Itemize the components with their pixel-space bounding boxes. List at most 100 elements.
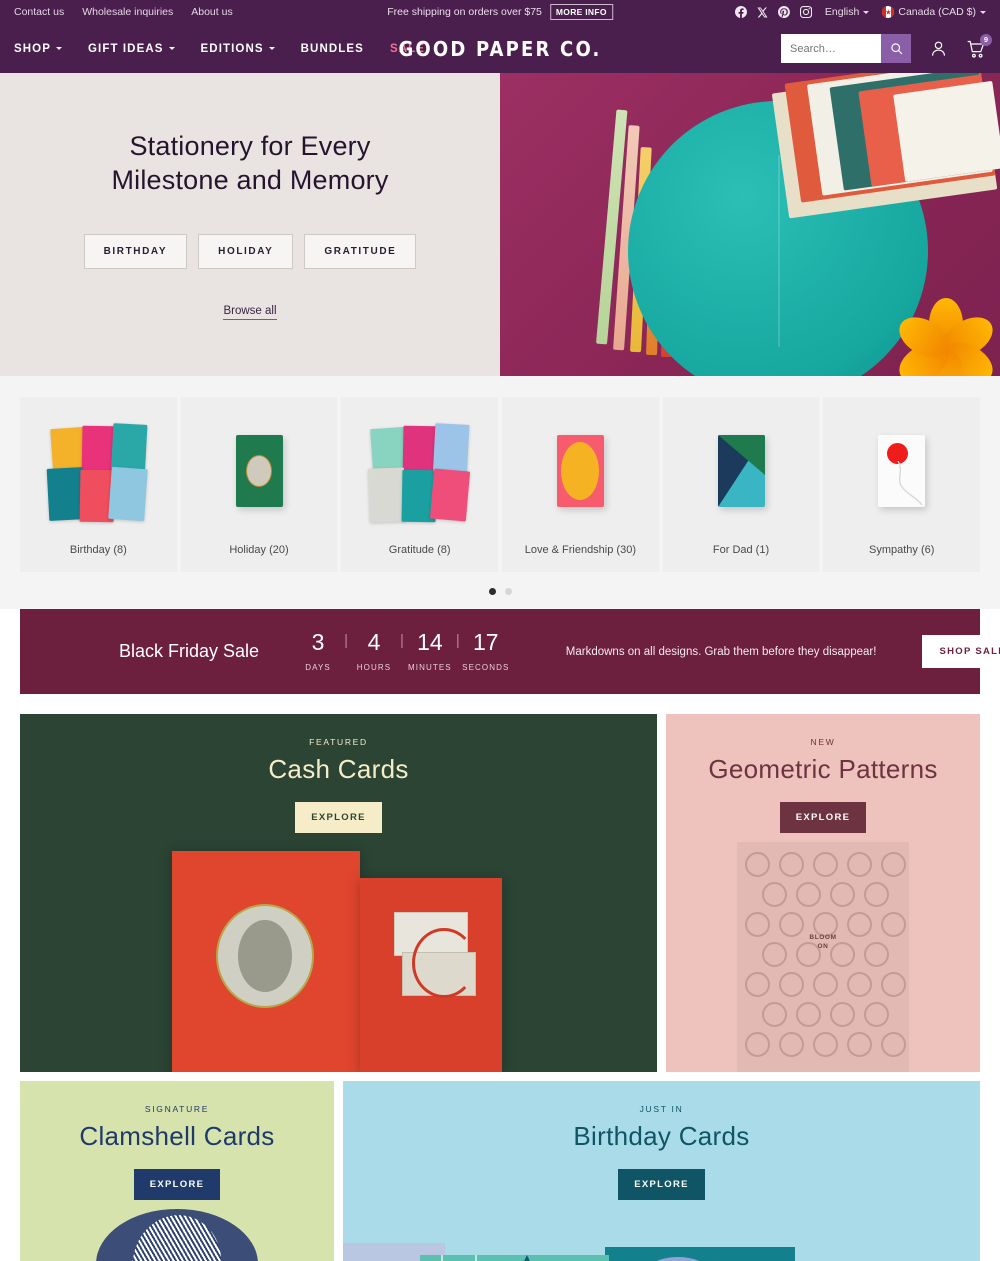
category-card-love-friendship[interactable]: Love & Friendship (30) (502, 397, 659, 572)
category-thumb-love-friendship (502, 397, 659, 544)
category-thumb-holiday (181, 397, 338, 544)
promo-tile-birthday-cards-button[interactable]: EXPLORE (618, 1169, 705, 1200)
instagram-icon[interactable] (799, 6, 812, 18)
carousel-pagination (20, 572, 980, 609)
chevron-down-icon (268, 47, 275, 50)
countdown-separator: | (455, 632, 460, 649)
language-label: English (824, 6, 860, 18)
category-card-birthday[interactable]: Birthday (8) (20, 397, 177, 572)
category-card-sympathy[interactable]: Sympathy (6) (823, 397, 981, 572)
category-card-holiday[interactable]: Holiday (20) (180, 397, 338, 572)
nav-item-editions[interactable]: EDITIONS (201, 43, 275, 55)
nav-item-bundles[interactable]: BUNDLES (301, 43, 364, 55)
category-label-birthday: Birthday (8) (69, 544, 127, 556)
account-button[interactable] (929, 39, 948, 58)
facebook-icon[interactable] (734, 6, 747, 18)
x-twitter-icon[interactable] (757, 7, 768, 18)
promo-tile-cash-cards-art (20, 834, 657, 1072)
pinterest-icon[interactable] (777, 6, 790, 18)
countdown-timer: 3 DAYS | 4 HOURS | 14 MINUTES | 17 SECON… (293, 629, 511, 673)
nav-item-shop-label: SHOP (14, 42, 51, 55)
countdown-minutes-label: MINUTES (408, 663, 452, 672)
promo-tile-cash-cards[interactable]: FEATURED Cash Cards EXPLORE (20, 714, 657, 1072)
category-thumb-birthday (20, 397, 177, 544)
utility-link-wholesale[interactable]: Wholesale inquiries (82, 6, 173, 18)
promo-tile-clamshell-cards-eyebrow: SIGNATURE (144, 1104, 210, 1114)
promo-tile-geometric-patterns-art: BLOOM ON (666, 842, 980, 1072)
promo-tile-cash-cards-button[interactable]: EXPLORE (295, 802, 382, 833)
promo-tile-clamshell-cards-button[interactable]: EXPLORE (133, 1169, 221, 1200)
promo-tile-cash-cards-eyebrow: FEATURED (309, 737, 368, 747)
utility-bar: Contact us Wholesale inquiries About us … (0, 0, 1000, 24)
shop-sale-button[interactable]: SHOP SALE (922, 635, 1000, 668)
search-input[interactable] (781, 34, 881, 63)
more-info-button[interactable]: MORE INFO (549, 4, 613, 20)
promo-tile-clamshell-cards-art (20, 1206, 334, 1261)
promo-tile-cash-cards-title: Cash Cards (268, 754, 409, 784)
sale-banner: Black Friday Sale 3 DAYS | 4 HOURS | 14 … (20, 609, 1000, 694)
social-links (734, 6, 812, 18)
hero-button-holiday[interactable]: HOLIDAY (198, 234, 294, 270)
promo-tile-clamshell-cards-title: Clamshell Cards (79, 1121, 275, 1151)
category-carousel: Birthday (8) Holiday (20) Gratitude (8) … (0, 376, 1000, 609)
category-thumb-sympathy (823, 397, 980, 544)
category-label-sympathy: Sympathy (6) (868, 544, 935, 556)
search-box (781, 34, 911, 63)
bloom-on-badge: BLOOM ON (809, 934, 837, 951)
sale-banner-title: Black Friday Sale (119, 641, 260, 661)
category-card-gratitude[interactable]: Gratitude (8) (341, 397, 499, 572)
search-button[interactable] (881, 34, 911, 63)
countdown-seconds: 17 SECONDS (461, 629, 511, 673)
sale-banner-message: Markdowns on all designs. Grab them befo… (565, 645, 877, 658)
category-thumb-for-dad (663, 397, 820, 544)
countdown-hours-label: HOURS (356, 663, 392, 672)
carousel-dot-2[interactable] (504, 588, 512, 595)
category-label-holiday: Holiday (20) (229, 544, 289, 556)
hero-title: Stationery for Every Milestone and Memor… (111, 129, 388, 197)
search-icon (890, 43, 902, 55)
promo-tile-geometric-patterns-title: Geometric Patterns (708, 754, 938, 784)
countdown-hours: 4 HOURS (349, 629, 399, 673)
hero-image (500, 73, 1000, 376)
site-logo[interactable]: GOOD PAPER CO. (398, 37, 601, 61)
promo-tile-geometric-patterns[interactable]: NEW Geometric Patterns EXPLORE BLOOM ON (666, 714, 980, 1072)
chevron-down-icon (980, 10, 986, 14)
chevron-down-icon (863, 10, 870, 14)
chevron-down-icon (56, 47, 62, 50)
countdown-days: 3 DAYS (293, 631, 343, 673)
canada-flag-icon (882, 6, 895, 18)
currency-selector[interactable]: Canada (CAD $) (882, 6, 986, 18)
category-label-gratitude: Gratitude (8) (388, 544, 451, 556)
nav-item-gift-ideas[interactable]: GIFT IDEAS (88, 43, 175, 55)
utility-links: Contact us Wholesale inquiries About us (14, 6, 233, 18)
hero-buttons: BIRTHDAY HOLIDAY GRATITUDE (83, 234, 417, 270)
nav-item-shop[interactable]: SHOP (14, 43, 62, 55)
hero-button-gratitude[interactable]: GRATITUDE (304, 234, 417, 270)
promo-tile-birthday-cards-art (343, 1223, 980, 1261)
utility-link-about[interactable]: About us (191, 6, 232, 18)
countdown-seconds-value: 17 (472, 629, 499, 655)
nav-actions: 9 (781, 33, 992, 63)
promo-tile-clamshell-cards[interactable]: SIGNATURE Clamshell Cards EXPLORE (20, 1081, 334, 1261)
promo-tile-birthday-cards[interactable]: JUST IN Birthday Cards EXPLORE (343, 1081, 980, 1261)
nav-item-gift-ideas-label: GIFT IDEAS (88, 42, 164, 55)
category-card-for-dad[interactable]: For Dad (1) (662, 397, 820, 572)
countdown-minutes-value: 14 (417, 629, 443, 655)
hero-button-birthday[interactable]: BIRTHDAY (83, 234, 188, 270)
user-icon (931, 41, 946, 56)
promo-tile-geometric-patterns-eyebrow: NEW (810, 737, 836, 747)
carousel-dot-1[interactable] (488, 588, 496, 595)
browse-all-link[interactable]: Browse all (223, 305, 277, 321)
currency-label: Canada (CAD $) (898, 6, 976, 18)
countdown-minutes: 14 MINUTES (405, 629, 455, 673)
category-label-for-dad: For Dad (1) (712, 544, 770, 556)
cart-button[interactable]: 9 (966, 33, 992, 59)
cart-count-badge: 9 (980, 33, 992, 46)
utility-link-contact[interactable]: Contact us (14, 6, 64, 18)
nav-links: SHOP GIFT IDEAS EDITIONS BUNDLES SALE (14, 43, 425, 55)
promo-tiles: FEATURED Cash Cards EXPLORE NEW Geometri… (0, 694, 1000, 1261)
language-selector[interactable]: English (824, 6, 870, 18)
promo-tile-geometric-patterns-button[interactable]: EXPLORE (779, 802, 867, 833)
hero-title-line2: Milestone and Memory (111, 165, 389, 195)
countdown-hours-value: 4 (367, 629, 381, 655)
